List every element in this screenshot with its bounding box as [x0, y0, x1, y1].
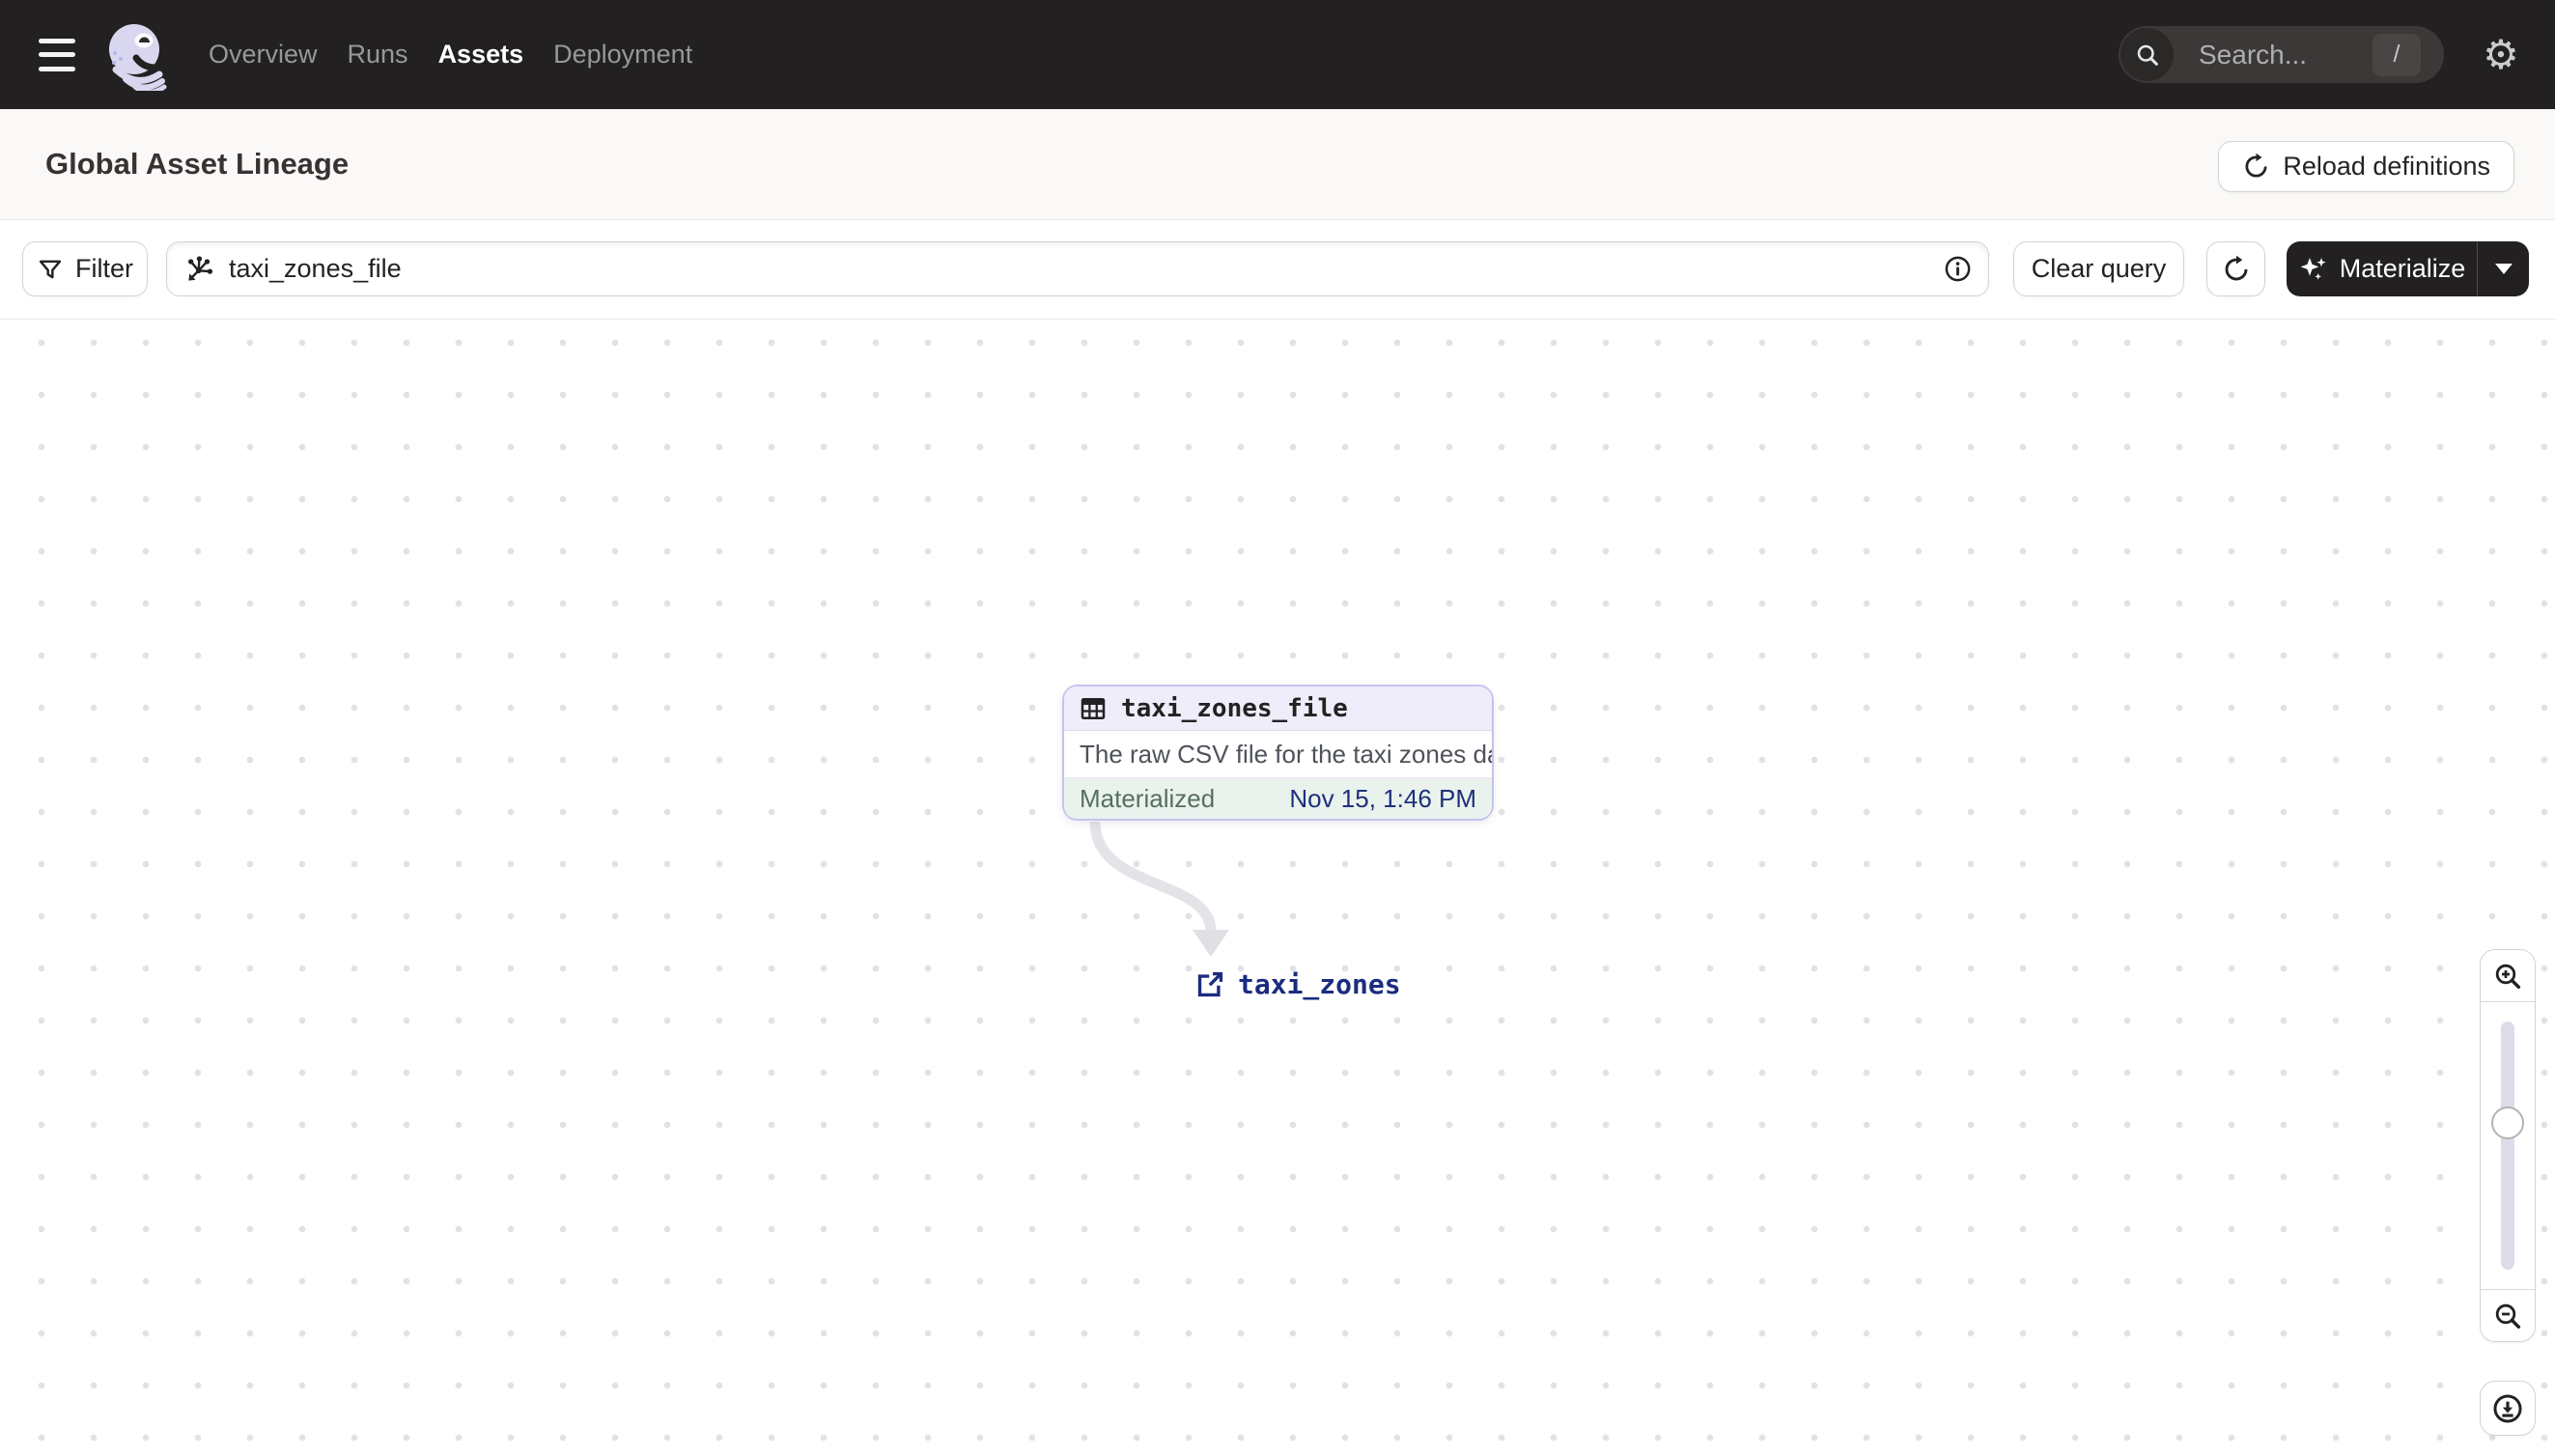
materialize-dropdown-button[interactable]: [2478, 241, 2529, 296]
reload-definitions-button[interactable]: Reload definitions: [2218, 141, 2514, 192]
table-icon: [1081, 697, 1106, 719]
asset-query-input[interactable]: [229, 254, 1943, 284]
nav-tab-runs[interactable]: Runs: [348, 40, 408, 70]
zoom-out-button[interactable]: [2481, 1289, 2535, 1341]
download-icon: [2493, 1393, 2522, 1423]
funnel-icon: [39, 260, 62, 278]
zoom-out-icon: [2495, 1303, 2521, 1329]
nav-tab-overview[interactable]: Overview: [209, 40, 318, 70]
filter-button[interactable]: Filter: [22, 241, 148, 296]
zoom-slider-track[interactable]: [2501, 1022, 2514, 1270]
materialized-status-label: Materialized: [1080, 783, 1216, 813]
asset-node-name: taxi_zones_file: [1121, 693, 1348, 723]
search-placeholder: Search...: [2199, 39, 2308, 70]
zoom-slider-handle[interactable]: [2491, 1106, 2524, 1139]
sparkle-icon: [2300, 257, 2326, 280]
asset-node-header: taxi_zones_file: [1064, 686, 1492, 731]
zoom-controls: [2480, 949, 2536, 1342]
search-icon: [2120, 28, 2174, 81]
page-title: Global Asset Lineage: [45, 147, 350, 181]
global-search-input[interactable]: Search... /: [2119, 26, 2444, 83]
lineage-toolbar: Filter Clear query: [0, 220, 2555, 320]
clear-query-button[interactable]: Clear query: [2013, 241, 2184, 296]
page-header: Global Asset Lineage Reload definitions: [0, 109, 2555, 220]
external-node-name: taxi_zones: [1238, 968, 1401, 1000]
asset-node-taxi-zones-file[interactable]: taxi_zones_file The raw CSV file for the…: [1062, 685, 1494, 821]
refresh-icon: [2225, 255, 2247, 280]
external-asset-node-taxi-zones[interactable]: taxi_zones: [1195, 968, 1401, 1000]
chevron-down-icon: [2494, 264, 2513, 274]
menu-hamburger-button[interactable]: [39, 38, 77, 71]
query-info-icon[interactable]: [1943, 254, 1973, 284]
materialized-timestamp[interactable]: Nov 15, 1:46 PM: [1289, 784, 1476, 814]
reload-icon: [2245, 153, 2267, 178]
asset-graph-icon: [188, 255, 213, 281]
dagster-logo-icon[interactable]: [100, 19, 168, 91]
asset-node-status-bar: Materialized Nov 15, 1:46 PM: [1064, 778, 1492, 819]
refresh-graph-button[interactable]: [2206, 241, 2265, 296]
nav-tabs: Overview Runs Assets Deployment: [209, 40, 692, 70]
zoom-in-icon: [2495, 964, 2521, 989]
settings-gear-icon[interactable]: ⚙: [2480, 32, 2522, 78]
materialize-button[interactable]: Materialize: [2287, 241, 2478, 296]
materialize-split-button: Materialize: [2287, 241, 2529, 296]
lineage-canvas[interactable]: taxi_zones_file The raw CSV file for the…: [0, 320, 2555, 1456]
open-in-new-icon: [1197, 971, 1223, 997]
asset-node-description: The raw CSV file for the taxi zones dat.…: [1064, 731, 1492, 778]
nav-tab-assets[interactable]: Assets: [438, 40, 524, 70]
zoom-slider: [2481, 1002, 2535, 1289]
lineage-edge-arrow: [1089, 821, 1229, 957]
asset-query-field: [166, 241, 1989, 296]
top-navbar: Overview Runs Assets Deployment Search..…: [0, 0, 2555, 109]
nav-tab-deployment[interactable]: Deployment: [553, 40, 692, 70]
search-shortcut-badge: /: [2372, 33, 2421, 76]
zoom-in-button[interactable]: [2481, 950, 2535, 1002]
download-view-button[interactable]: [2480, 1381, 2536, 1436]
